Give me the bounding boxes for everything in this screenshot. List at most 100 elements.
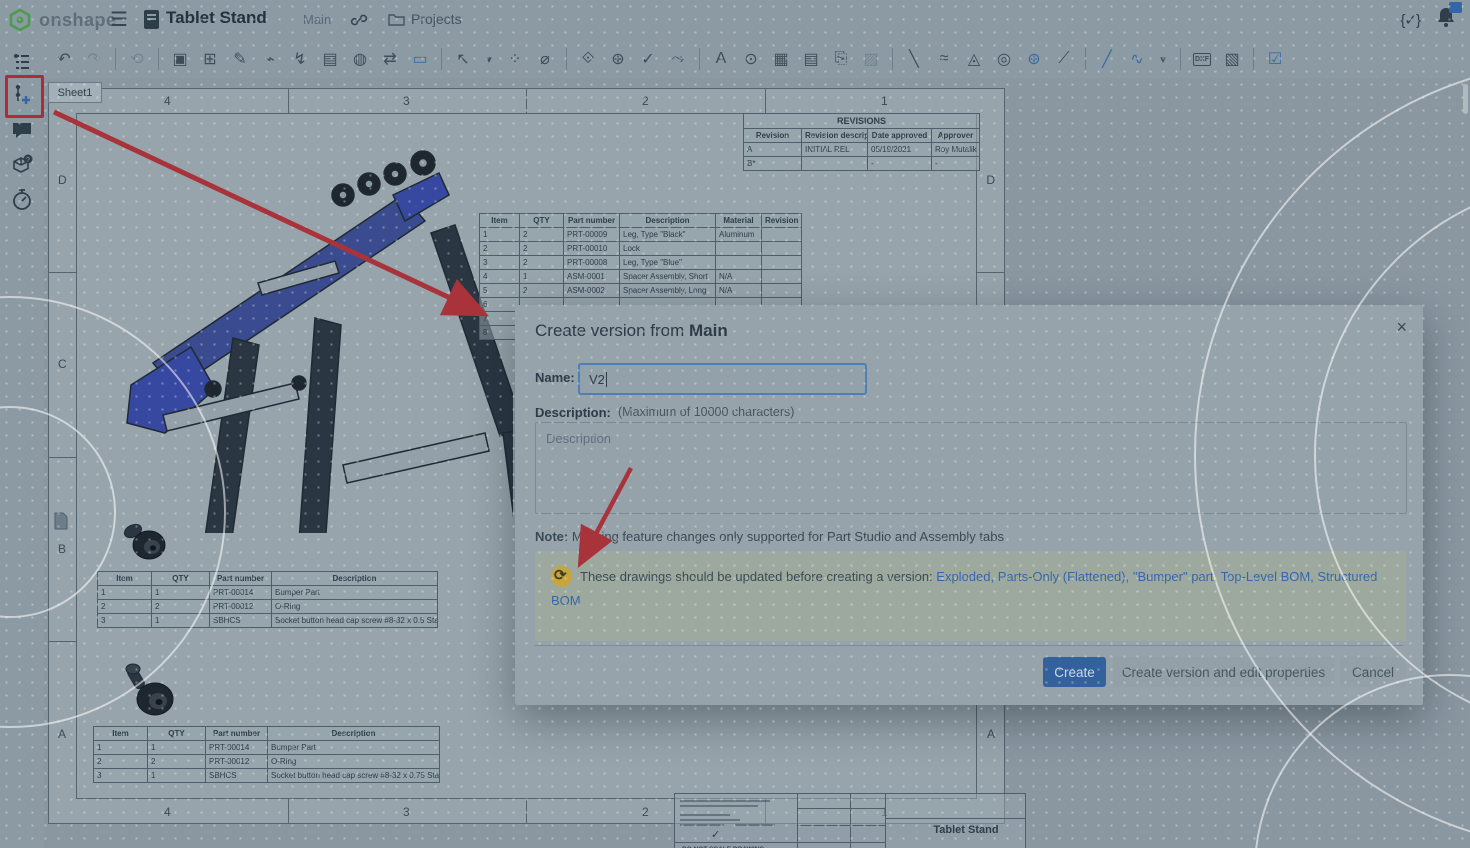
comments-icon[interactable] [10, 118, 34, 142]
datum-target-icon[interactable]: ◎ [990, 46, 1018, 72]
dimension-arrow-icon[interactable]: ↖ [449, 46, 477, 72]
warning-link-exploded[interactable]: Exploded, [936, 569, 994, 584]
share-link-icon[interactable] [350, 11, 368, 29]
name-input[interactable]: V2 [578, 363, 867, 395]
scrollbar-thumb[interactable] [1463, 84, 1468, 114]
name-label: Name: [535, 370, 575, 385]
update-drawing-icon[interactable]: ⟲ [123, 46, 151, 72]
history-timer-icon[interactable] [10, 188, 34, 212]
left-sidebar: ? [0, 40, 44, 848]
diameter-dimension-icon[interactable]: ⌀ [531, 46, 559, 72]
center-mark-icon[interactable]: ⊕ [1020, 46, 1048, 72]
auxiliary-view-icon[interactable]: ◍ [346, 46, 374, 72]
hole-table-icon[interactable]: ▨ [857, 46, 885, 72]
table-row: 31SBHCSSocket button head cap screw #8-3… [94, 769, 440, 783]
create-button[interactable]: Create [1043, 657, 1106, 687]
toolbar-separator [1253, 48, 1254, 70]
zone-tick [765, 89, 766, 113]
drawing-toolbar: ↶ ↷ ⟲ ▣ ⊞ ✎ ⌁ ↯ ▤ ◍ ⇄ ▭ ↖ ▾ ⁘ ⌀ ⟐ ⊕ ✓ ⤳ … [44, 40, 1470, 78]
close-icon[interactable]: × [1396, 317, 1407, 338]
table-icon[interactable]: ▦ [767, 46, 795, 72]
workspace-name[interactable]: Main [303, 12, 331, 27]
dxf-label: DXF [1193, 53, 1211, 66]
check-drawing-icon[interactable]: ☑ [1261, 46, 1289, 72]
feature-script-icon[interactable]: {✓} [1400, 11, 1420, 29]
break-view-icon[interactable]: ⌁ [256, 46, 284, 72]
create-version-icon[interactable] [10, 83, 34, 107]
insert-image-icon[interactable]: ▧ [1218, 46, 1246, 72]
table-cell: Socket button head cap screw #8-32 x 0.7… [268, 769, 440, 783]
update-icon[interactable] [551, 566, 572, 587]
centerline-between-icon[interactable]: ╲ [900, 46, 928, 72]
table-row: 22PRT-00010Lock [480, 242, 802, 256]
crop-view-icon[interactable]: ▭ [406, 46, 434, 72]
zone-col-label: 3 [403, 94, 410, 108]
warning-link-bumper[interactable]: "Bumper" part, [1129, 569, 1217, 584]
zone-col-label: 1 [881, 94, 888, 108]
dimension-dropdown-icon[interactable]: ▾ [479, 46, 499, 72]
warning-link-top-level-bom[interactable]: Top-Level BOM, [1217, 569, 1314, 584]
parts-help-icon[interactable]: ? [10, 154, 34, 178]
table-cell: 6 [480, 298, 520, 312]
mirror-view-icon[interactable]: ⇄ [376, 46, 404, 72]
table-cell: 2 [480, 242, 520, 256]
hamburger-menu-icon[interactable]: ☰ [110, 7, 128, 32]
hole-pattern-icon[interactable]: ⁘ [501, 46, 529, 72]
document-title[interactable]: Tablet Stand [166, 8, 267, 28]
sketch-line-icon[interactable]: ╱ [1093, 46, 1121, 72]
gdt-icon[interactable]: ⊕ [604, 46, 632, 72]
table-cell: O-Ring [268, 755, 440, 769]
insert-view-icon[interactable]: ▣ [166, 46, 194, 72]
table-cell: Spacer Assembly, Long [620, 284, 716, 298]
datum-frame-icon[interactable]: ⟐ [574, 46, 602, 72]
bumper-part-thumbnail[interactable] [119, 517, 169, 569]
bom-update-icon[interactable]: ⎘ [827, 46, 855, 72]
feature-list-icon[interactable] [10, 50, 34, 74]
bom-table-icon[interactable]: ▤ [797, 46, 825, 72]
bumper-part-thumbnail[interactable] [121, 661, 181, 723]
table-row: 12PRT-00009Leg, Type "Black"Aluminum [480, 228, 802, 242]
export-dxf-icon[interactable]: DXF [1188, 46, 1216, 72]
callout-icon[interactable]: ⊙ [737, 46, 765, 72]
breadcrumb-projects[interactable]: Projects [388, 11, 462, 27]
chamfer-dim-icon[interactable]: ⟋ [1050, 46, 1078, 72]
jog-view-icon[interactable]: ↯ [286, 46, 314, 72]
undo-icon[interactable]: ↶ [50, 46, 78, 72]
surface-finish-icon[interactable]: ◬ [960, 46, 988, 72]
warning-text: These drawings should be updated before … [580, 569, 936, 584]
column-header: QTY [148, 727, 206, 741]
inspection-check-icon[interactable]: ✓ [634, 46, 662, 72]
sketch-spline-icon[interactable]: ∿ [1123, 46, 1151, 72]
table-cell: 1 [152, 586, 210, 600]
cancel-button[interactable]: Cancel [1340, 657, 1406, 687]
leader-icon[interactable]: ⤳ [664, 46, 692, 72]
dialog-title-branch: Main [689, 321, 728, 340]
zone-tick [288, 89, 289, 113]
section-view-icon[interactable]: ▤ [316, 46, 344, 72]
notification-bell-icon[interactable] [1436, 6, 1456, 33]
table-cell: 2 [520, 284, 564, 298]
onshape-logo[interactable]: onshape [8, 8, 117, 32]
zone-row-label: B [58, 542, 66, 556]
spline-dropdown-icon[interactable]: ▾ [1153, 46, 1173, 72]
toolbar-separator [1085, 48, 1086, 70]
annotate-icon[interactable]: ✎ [226, 46, 254, 72]
create-and-edit-button[interactable]: Create version and edit properties [1113, 657, 1334, 687]
sheet-layout-icon[interactable]: ⊞ [196, 46, 224, 72]
table-cell: PRT-00008 [564, 256, 620, 270]
table-row: 32PRT-00008Leg, Type "Blue" [480, 256, 802, 270]
note-icon[interactable]: A [707, 46, 735, 72]
table-cell: 1 [152, 614, 210, 628]
table-cell: B* [744, 157, 802, 171]
table-cell: Lock [620, 242, 716, 256]
table-cell: Aluminum [716, 228, 762, 242]
description-textarea[interactable] [535, 422, 1407, 514]
column-header: Revision [762, 214, 802, 228]
assembly-isometric-view[interactable] [93, 133, 513, 533]
centerline-axis-icon[interactable]: ≈ [930, 46, 958, 72]
zone-col-label: 2 [642, 94, 649, 108]
sheet-tab[interactable]: Sheet1 [48, 82, 102, 103]
table-cell: INITIAL REL [802, 143, 868, 157]
redo-icon[interactable]: ↷ [80, 46, 108, 72]
warning-link-parts-only[interactable]: Parts-Only (Flattened), [994, 569, 1129, 584]
